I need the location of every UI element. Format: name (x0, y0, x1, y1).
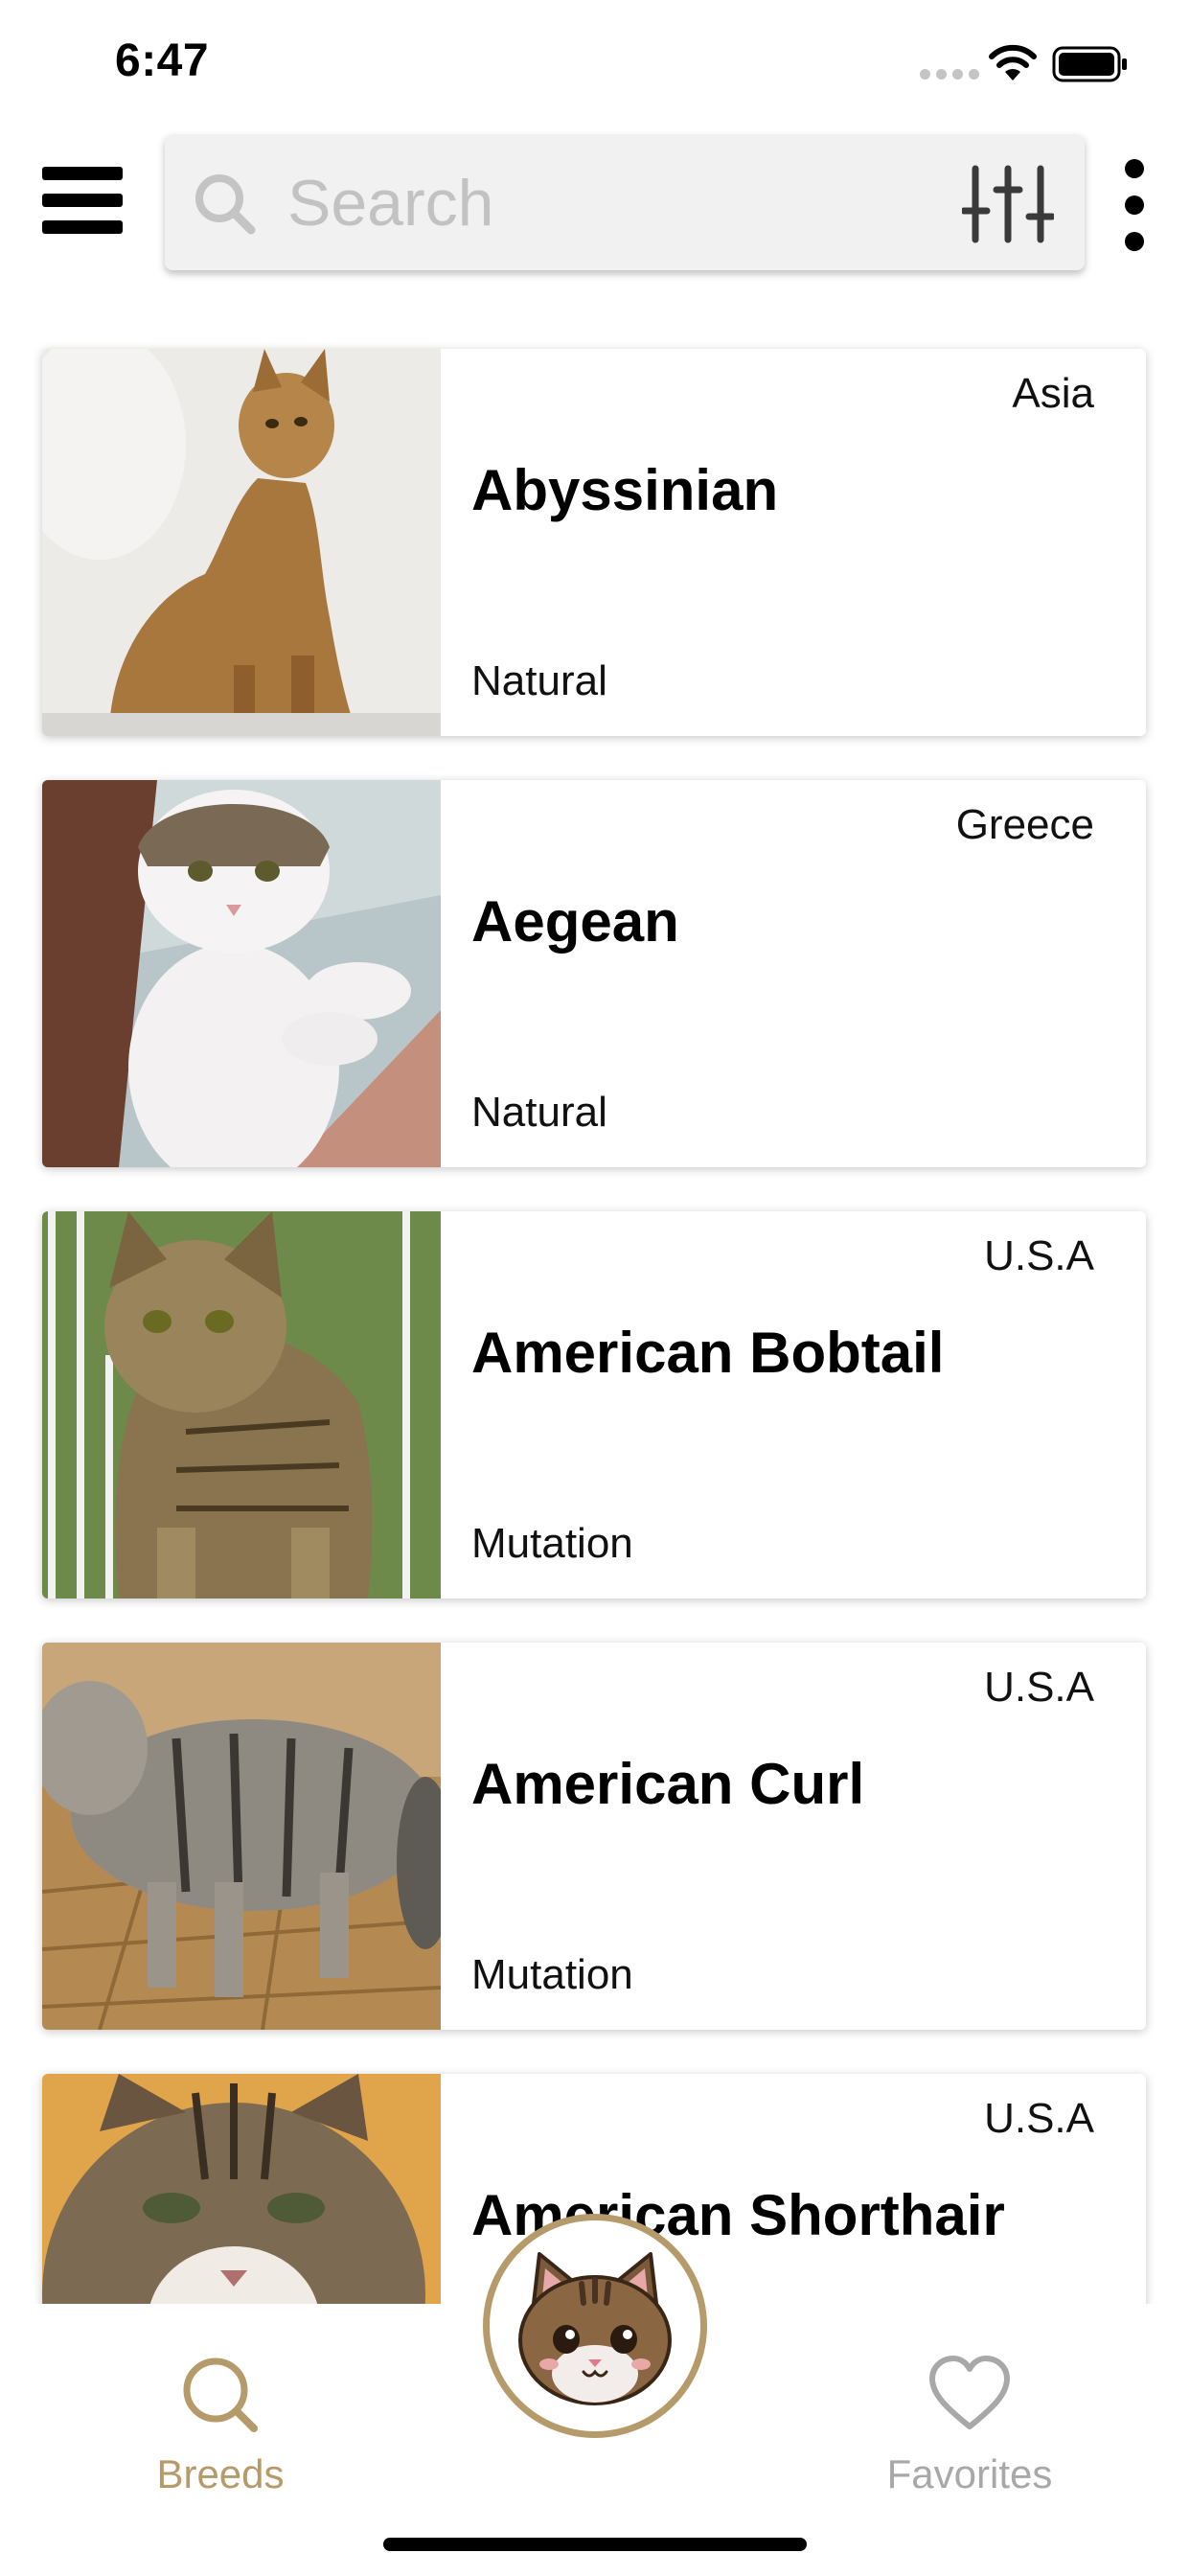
tab-favorites-label: Favorites (886, 2451, 1053, 2496)
breed-name: Aegean (471, 889, 679, 954)
breed-photo (42, 1211, 441, 1598)
cat-face-icon (518, 2252, 672, 2405)
search-input[interactable] (286, 161, 903, 245)
search-bar[interactable] (165, 134, 1085, 270)
tab-favorites[interactable]: Favorites (845, 2354, 1094, 2517)
breed-card-american-curl[interactable]: U.S.A American Curl Mutation (42, 1643, 1146, 2030)
breed-card-american-bobtail[interactable]: U.S.A American Bobtail Mutation (42, 1211, 1146, 1598)
breed-origin: U.S.A (984, 1232, 1094, 1279)
status-bar: 6:47 (0, 0, 1190, 134)
american-curl-photo (42, 1643, 441, 2030)
wifi-icon (989, 44, 1037, 80)
breed-name: Abyssinian (471, 458, 779, 522)
center-cat-button[interactable] (483, 2214, 707, 2438)
breed-type: Mutation (471, 1520, 633, 1567)
home-indicator (383, 2538, 807, 2551)
sliders-icon[interactable] (962, 163, 1054, 245)
heart-icon (929, 2356, 1010, 2429)
breed-origin: U.S.A (984, 2095, 1094, 2142)
search-icon (195, 174, 256, 235)
breed-type: Natural (471, 657, 607, 704)
signal-icon (920, 69, 979, 80)
breed-card-abyssinian[interactable]: Asia Abyssinian Natural (42, 349, 1146, 736)
breed-type: Mutation (471, 1951, 633, 1998)
search-icon (183, 2358, 258, 2432)
breed-name: American Curl (471, 1752, 865, 1816)
more-options-button[interactable] (1115, 159, 1154, 251)
abyssinian-photo (42, 349, 441, 736)
aegean-photo (42, 780, 441, 1167)
breed-photo (42, 780, 441, 1167)
tab-breeds[interactable]: Breeds (96, 2354, 345, 2517)
breed-photo (42, 1643, 441, 2030)
tab-breeds-label: Breeds (156, 2451, 285, 2496)
breed-origin: Asia (1012, 370, 1094, 417)
menu-button[interactable] (42, 167, 123, 234)
status-time: 6:47 (115, 35, 210, 86)
breed-card-aegean[interactable]: Greece Aegean Natural (42, 780, 1146, 1167)
breed-name: American Bobtail (471, 1321, 945, 1385)
breed-origin: Greece (955, 801, 1094, 848)
breed-photo (42, 349, 441, 736)
breed-type: Natural (471, 1089, 607, 1136)
american-bobtail-photo (42, 1211, 441, 1598)
battery-icon (1052, 46, 1127, 82)
breed-origin: U.S.A (984, 1664, 1094, 1711)
